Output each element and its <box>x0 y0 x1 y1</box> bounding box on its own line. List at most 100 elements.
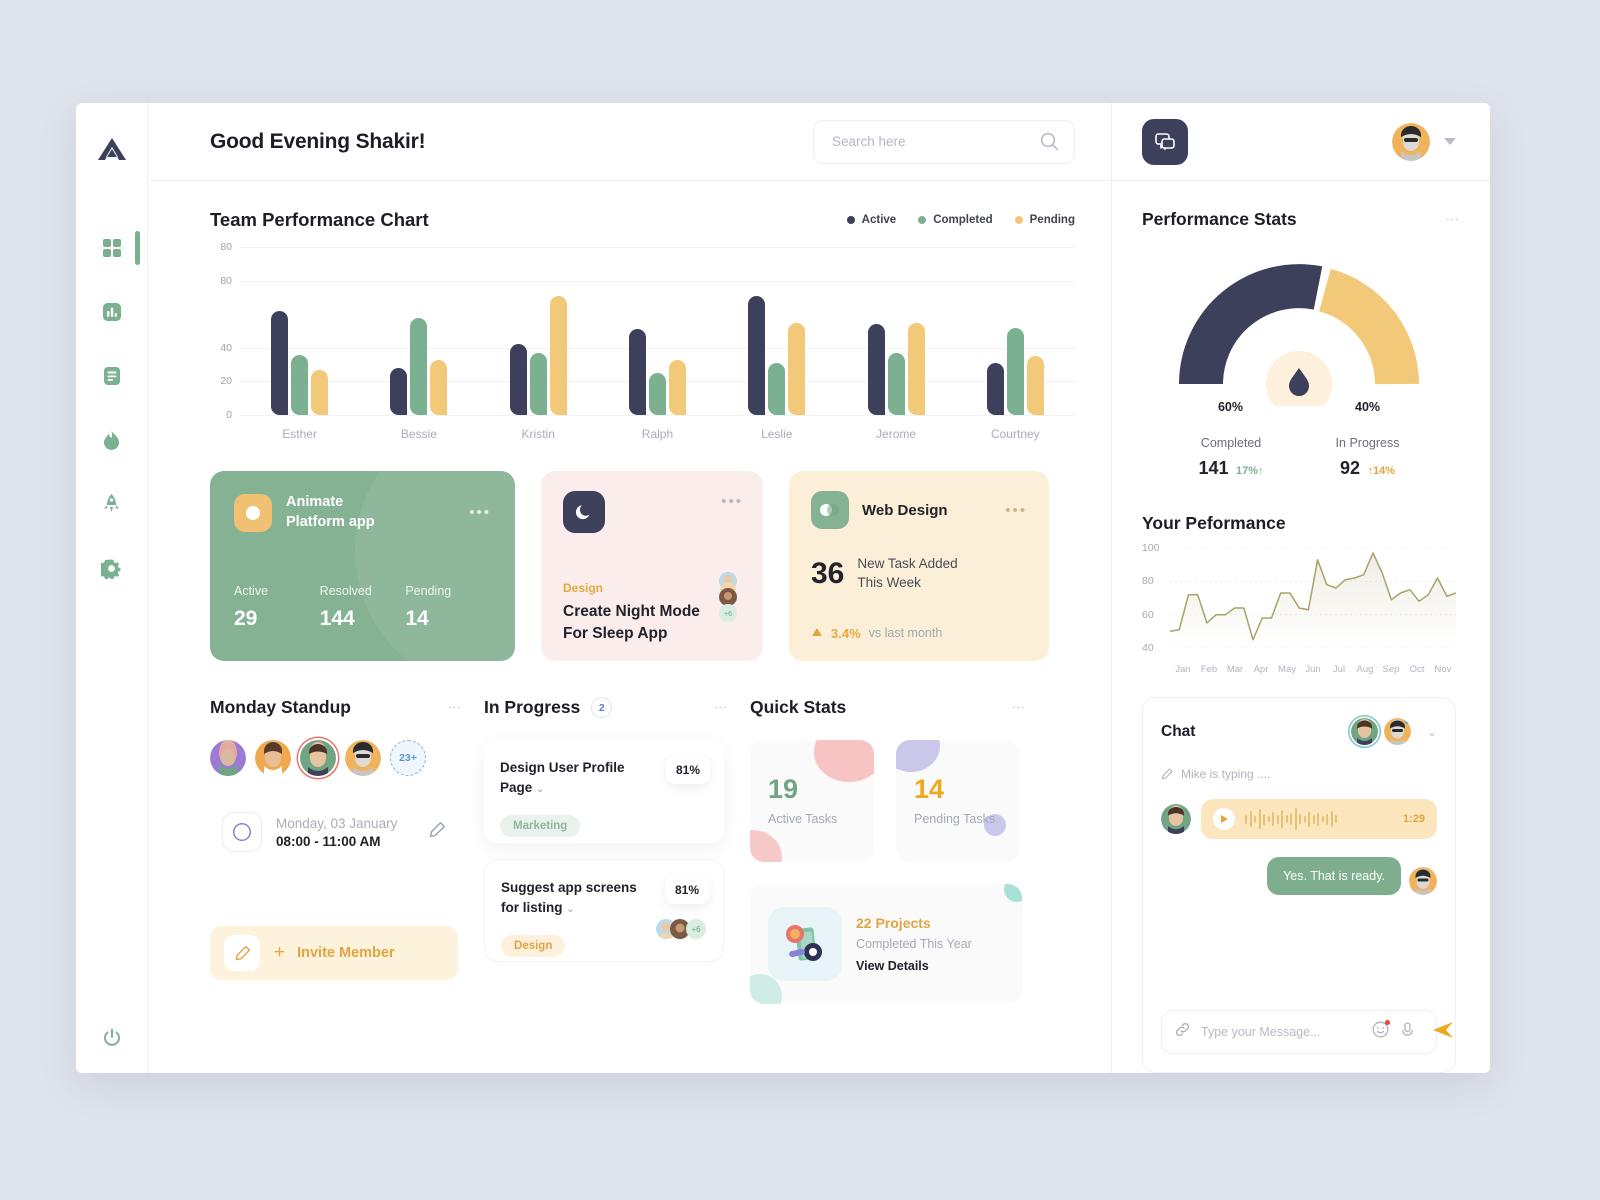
caret-down-icon[interactable] <box>1444 138 1456 145</box>
bar-completed[interactable] <box>410 317 428 415</box>
legend-item-completed[interactable]: Completed <box>918 214 993 226</box>
legend-item-active[interactable]: Active <box>846 214 896 226</box>
microphone-icon[interactable] <box>1399 1021 1416 1043</box>
bar-group <box>240 247 359 415</box>
chevron-down-icon[interactable]: ⌄ <box>536 784 544 795</box>
bar-completed[interactable] <box>291 354 309 415</box>
chat-message-input[interactable] <box>1201 1025 1362 1039</box>
kebab-menu-icon[interactable]: ⋮ <box>1011 701 1026 715</box>
avatar[interactable] <box>345 740 381 776</box>
pencil-icon <box>224 935 260 971</box>
perf-x-tick: Jul <box>1332 664 1346 675</box>
online-badge <box>1404 718 1411 724</box>
bar-completed[interactable] <box>887 352 905 415</box>
bar-pending[interactable] <box>430 359 448 415</box>
emoji-icon[interactable] <box>1372 1020 1390 1043</box>
bar-active[interactable] <box>986 362 1004 415</box>
perf-y-tick: 60 <box>1142 608 1154 621</box>
perf-x-tick: Feb <box>1200 664 1218 675</box>
power-icon[interactable] <box>99 1025 125 1051</box>
kebab-menu-icon[interactable]: ⋮ <box>713 701 728 715</box>
avatar[interactable] <box>1350 718 1378 745</box>
bar-active[interactable] <box>867 324 885 415</box>
night-mode-card[interactable]: ••• Design Create Night Mode For Sleep A… <box>541 471 763 661</box>
avatar[interactable] <box>1383 718 1411 745</box>
task-tag: Design <box>501 935 566 958</box>
avatar-active[interactable] <box>300 740 336 776</box>
search-input[interactable] <box>813 119 1075 164</box>
play-icon[interactable] <box>1213 808 1235 830</box>
user-menu[interactable] <box>1392 122 1456 161</box>
ellipsis-icon[interactable]: ••• <box>469 504 491 521</box>
stat-value: 92 <box>1340 458 1361 478</box>
bar-active[interactable] <box>509 344 527 415</box>
avatar <box>1161 804 1191 834</box>
chat-input-bar[interactable] <box>1161 1010 1453 1054</box>
x-axis-tick: Ralph <box>641 427 674 441</box>
brand-logo-icon[interactable] <box>94 131 130 167</box>
messages-icon[interactable] <box>1142 118 1188 165</box>
bar-pending[interactable] <box>668 359 686 415</box>
search-icon[interactable] <box>1040 132 1059 156</box>
chart-bar-groups <box>240 247 1075 415</box>
sidebar-item-settings[interactable] <box>99 555 125 581</box>
avatar-stack[interactable]: +6 <box>655 918 709 945</box>
task-card[interactable]: Design User Profile Page ⌄ 81% Marketing <box>484 740 724 843</box>
animate-platform-card[interactable]: Animate Platform app ••• Active 29 Resol… <box>210 471 515 661</box>
sidebar-item-documents[interactable] <box>99 363 125 389</box>
task-card[interactable]: Suggest app screens for listing ⌄ 81% De… <box>484 859 724 962</box>
bar-completed[interactable] <box>529 352 547 415</box>
bar-completed[interactable] <box>648 373 666 415</box>
avatar[interactable] <box>255 740 291 776</box>
projects-summary-card[interactable]: 22 Projects Completed This Year View Det… <box>750 884 1022 1004</box>
active-tasks-tile[interactable]: 19 Active Tasks <box>750 740 874 862</box>
bar-pending[interactable] <box>311 369 329 415</box>
bar-pending[interactable] <box>1026 356 1044 415</box>
your-performance-title: Your Peformance <box>1142 513 1286 533</box>
kebab-menu-icon[interactable]: ⋮ <box>447 701 462 715</box>
link-icon[interactable] <box>1174 1021 1191 1043</box>
chat-title: Chat <box>1161 722 1196 740</box>
voice-message-bubble[interactable]: 1:29 <box>1201 799 1437 839</box>
avatar[interactable] <box>210 740 246 776</box>
pending-tasks-tile[interactable]: 14 Pending Tasks <box>896 740 1020 862</box>
moon-icon <box>563 491 605 533</box>
pencil-icon[interactable] <box>428 821 446 844</box>
avatar[interactable] <box>1392 122 1430 161</box>
perf-x-tick: Aug <box>1356 664 1374 675</box>
sidebar-item-dashboard[interactable] <box>99 231 140 265</box>
view-details-link[interactable]: View Details <box>856 959 972 973</box>
bar-active[interactable] <box>628 329 646 415</box>
bar-pending[interactable] <box>549 295 567 415</box>
bar-group <box>598 247 717 415</box>
web-design-card[interactable]: Web Design ••• 36 New Task Added This We… <box>789 471 1049 661</box>
bar-pending[interactable] <box>907 322 925 415</box>
task-progress: 81% <box>665 756 710 784</box>
chart-plot-area: 80 80 40 20 0 <box>210 241 1075 421</box>
ellipsis-icon[interactable]: ••• <box>721 493 743 510</box>
send-icon[interactable] <box>1432 1020 1454 1045</box>
sidebar-item-analytics[interactable] <box>99 299 125 325</box>
sidebar-item-trending[interactable] <box>99 427 125 453</box>
tile-label: Active Tasks <box>768 812 838 826</box>
waveform-bar <box>1299 814 1301 824</box>
voice-message-row: 1:29 <box>1161 799 1437 839</box>
bar-pending[interactable] <box>788 322 806 415</box>
meeting-row[interactable]: Monday, 03 January 08:00 - 11:00 AM <box>210 802 458 862</box>
bar-active[interactable] <box>271 310 289 415</box>
waveform-bar <box>1290 813 1292 825</box>
legend-item-pending[interactable]: Pending <box>1014 214 1075 226</box>
invite-member-button[interactable]: + Invite Member <box>210 926 458 980</box>
kebab-menu-icon[interactable]: ⋮ <box>1445 213 1460 227</box>
avatar-stack[interactable]: +6 <box>715 572 741 627</box>
bar-completed[interactable] <box>768 362 786 415</box>
bar-active[interactable] <box>748 295 766 415</box>
sidebar-item-launch[interactable] <box>99 491 125 517</box>
bar-active[interactable] <box>390 367 408 415</box>
avatar-overflow[interactable]: 23+ <box>390 740 426 776</box>
ellipsis-icon[interactable]: ••• <box>1005 502 1027 519</box>
bar-completed[interactable] <box>1006 327 1024 415</box>
chevron-down-icon[interactable]: ⌄ <box>566 904 574 915</box>
chart-title: Team Performance Chart <box>210 209 429 230</box>
chevron-down-icon[interactable]: ⌄ <box>1427 725 1437 739</box>
